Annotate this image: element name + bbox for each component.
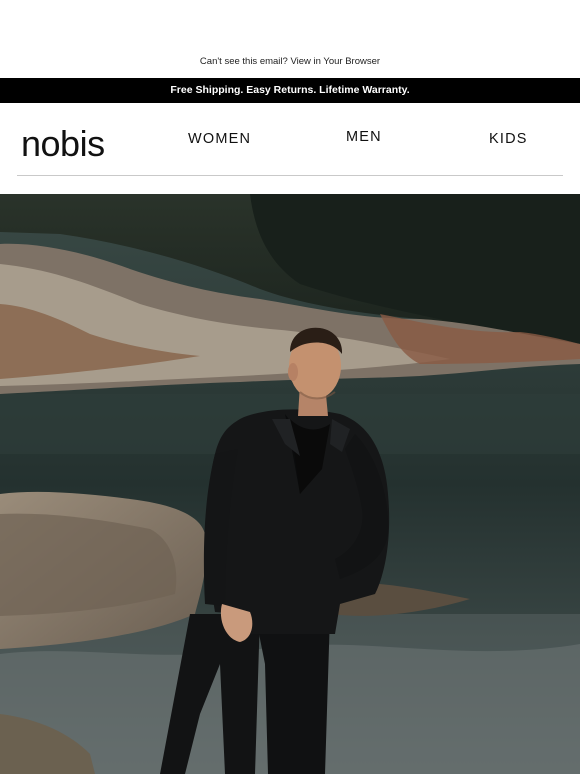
hero-photo: [0, 194, 580, 774]
view-in-browser-link[interactable]: View in Your Browser: [290, 56, 380, 67]
nav-women-link[interactable]: WOMEN: [188, 131, 251, 147]
nav-men-link[interactable]: MEN: [346, 129, 382, 145]
hero-image[interactable]: [0, 194, 580, 774]
header: nobis WOMEN MEN KIDS: [0, 103, 580, 194]
nav-kids-link[interactable]: KIDS: [489, 131, 528, 147]
preheader: Can't see this email? View in Your Brows…: [0, 0, 580, 78]
header-divider: [17, 175, 563, 176]
shipping-banner: Free Shipping. Easy Returns. Lifetime Wa…: [0, 78, 580, 103]
preheader-text-line: Can't see this email? View in Your Brows…: [0, 56, 580, 67]
nobis-logo[interactable]: nobis: [21, 123, 105, 165]
preheader-text: Can't see this email?: [199, 56, 288, 67]
